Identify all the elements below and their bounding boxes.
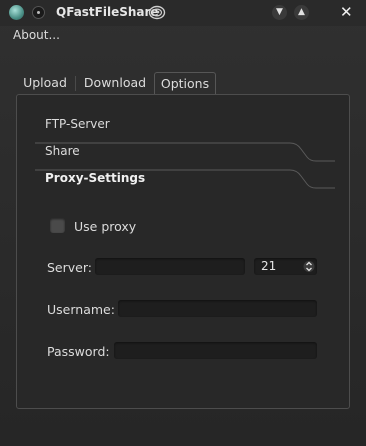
server-input[interactable]	[95, 258, 245, 275]
toolbox-item-share[interactable]: Share	[45, 144, 80, 158]
menu-item-about[interactable]: About...	[13, 28, 60, 42]
chevron-down-icon: ▼	[276, 7, 283, 17]
tab-download[interactable]: Download	[77, 72, 153, 94]
toolbox-item-proxy-settings[interactable]: Proxy-Settings	[45, 171, 145, 185]
toolbox-item-ftp-server[interactable]: FTP-Server	[45, 117, 110, 131]
window-title: QFastFileShare	[56, 5, 159, 19]
username-label: Username:	[47, 302, 115, 317]
chevron-up-icon: ▲	[298, 7, 305, 17]
maximize-button[interactable]: ▲	[294, 5, 309, 20]
port-value: 21	[261, 259, 277, 273]
server-label: Server:	[47, 260, 92, 275]
app-icon	[9, 5, 24, 20]
port-spinbox[interactable]: 21	[254, 258, 317, 275]
window-menu-icon[interactable]	[32, 6, 45, 19]
tab-options[interactable]: Options	[154, 72, 216, 96]
password-input[interactable]	[114, 342, 317, 359]
close-button[interactable]: ✕	[340, 3, 353, 21]
password-label: Password:	[47, 344, 110, 359]
spin-arrows-icon[interactable]	[303, 259, 315, 274]
title-bar[interactable]: QFastFileShare ▼ ▲ ✕	[0, 0, 366, 26]
menu-bar: About...	[0, 26, 366, 44]
tab-upload[interactable]: Upload	[17, 72, 73, 94]
username-input[interactable]	[118, 300, 317, 317]
use-proxy-checkbox[interactable]	[50, 218, 65, 233]
main-window: QFastFileShare ▼ ▲ ✕ About... Upload Dow…	[0, 0, 366, 446]
tab-divider	[75, 76, 76, 91]
minimize-button[interactable]: ▼	[272, 5, 287, 20]
use-proxy-label[interactable]: Use proxy	[74, 219, 136, 234]
toolbox-dividers	[35, 142, 335, 189]
spiral-icon	[148, 5, 166, 20]
options-panel: FTP-Server Share Proxy-Settings Use prox…	[16, 94, 350, 409]
close-icon: ✕	[340, 3, 353, 21]
